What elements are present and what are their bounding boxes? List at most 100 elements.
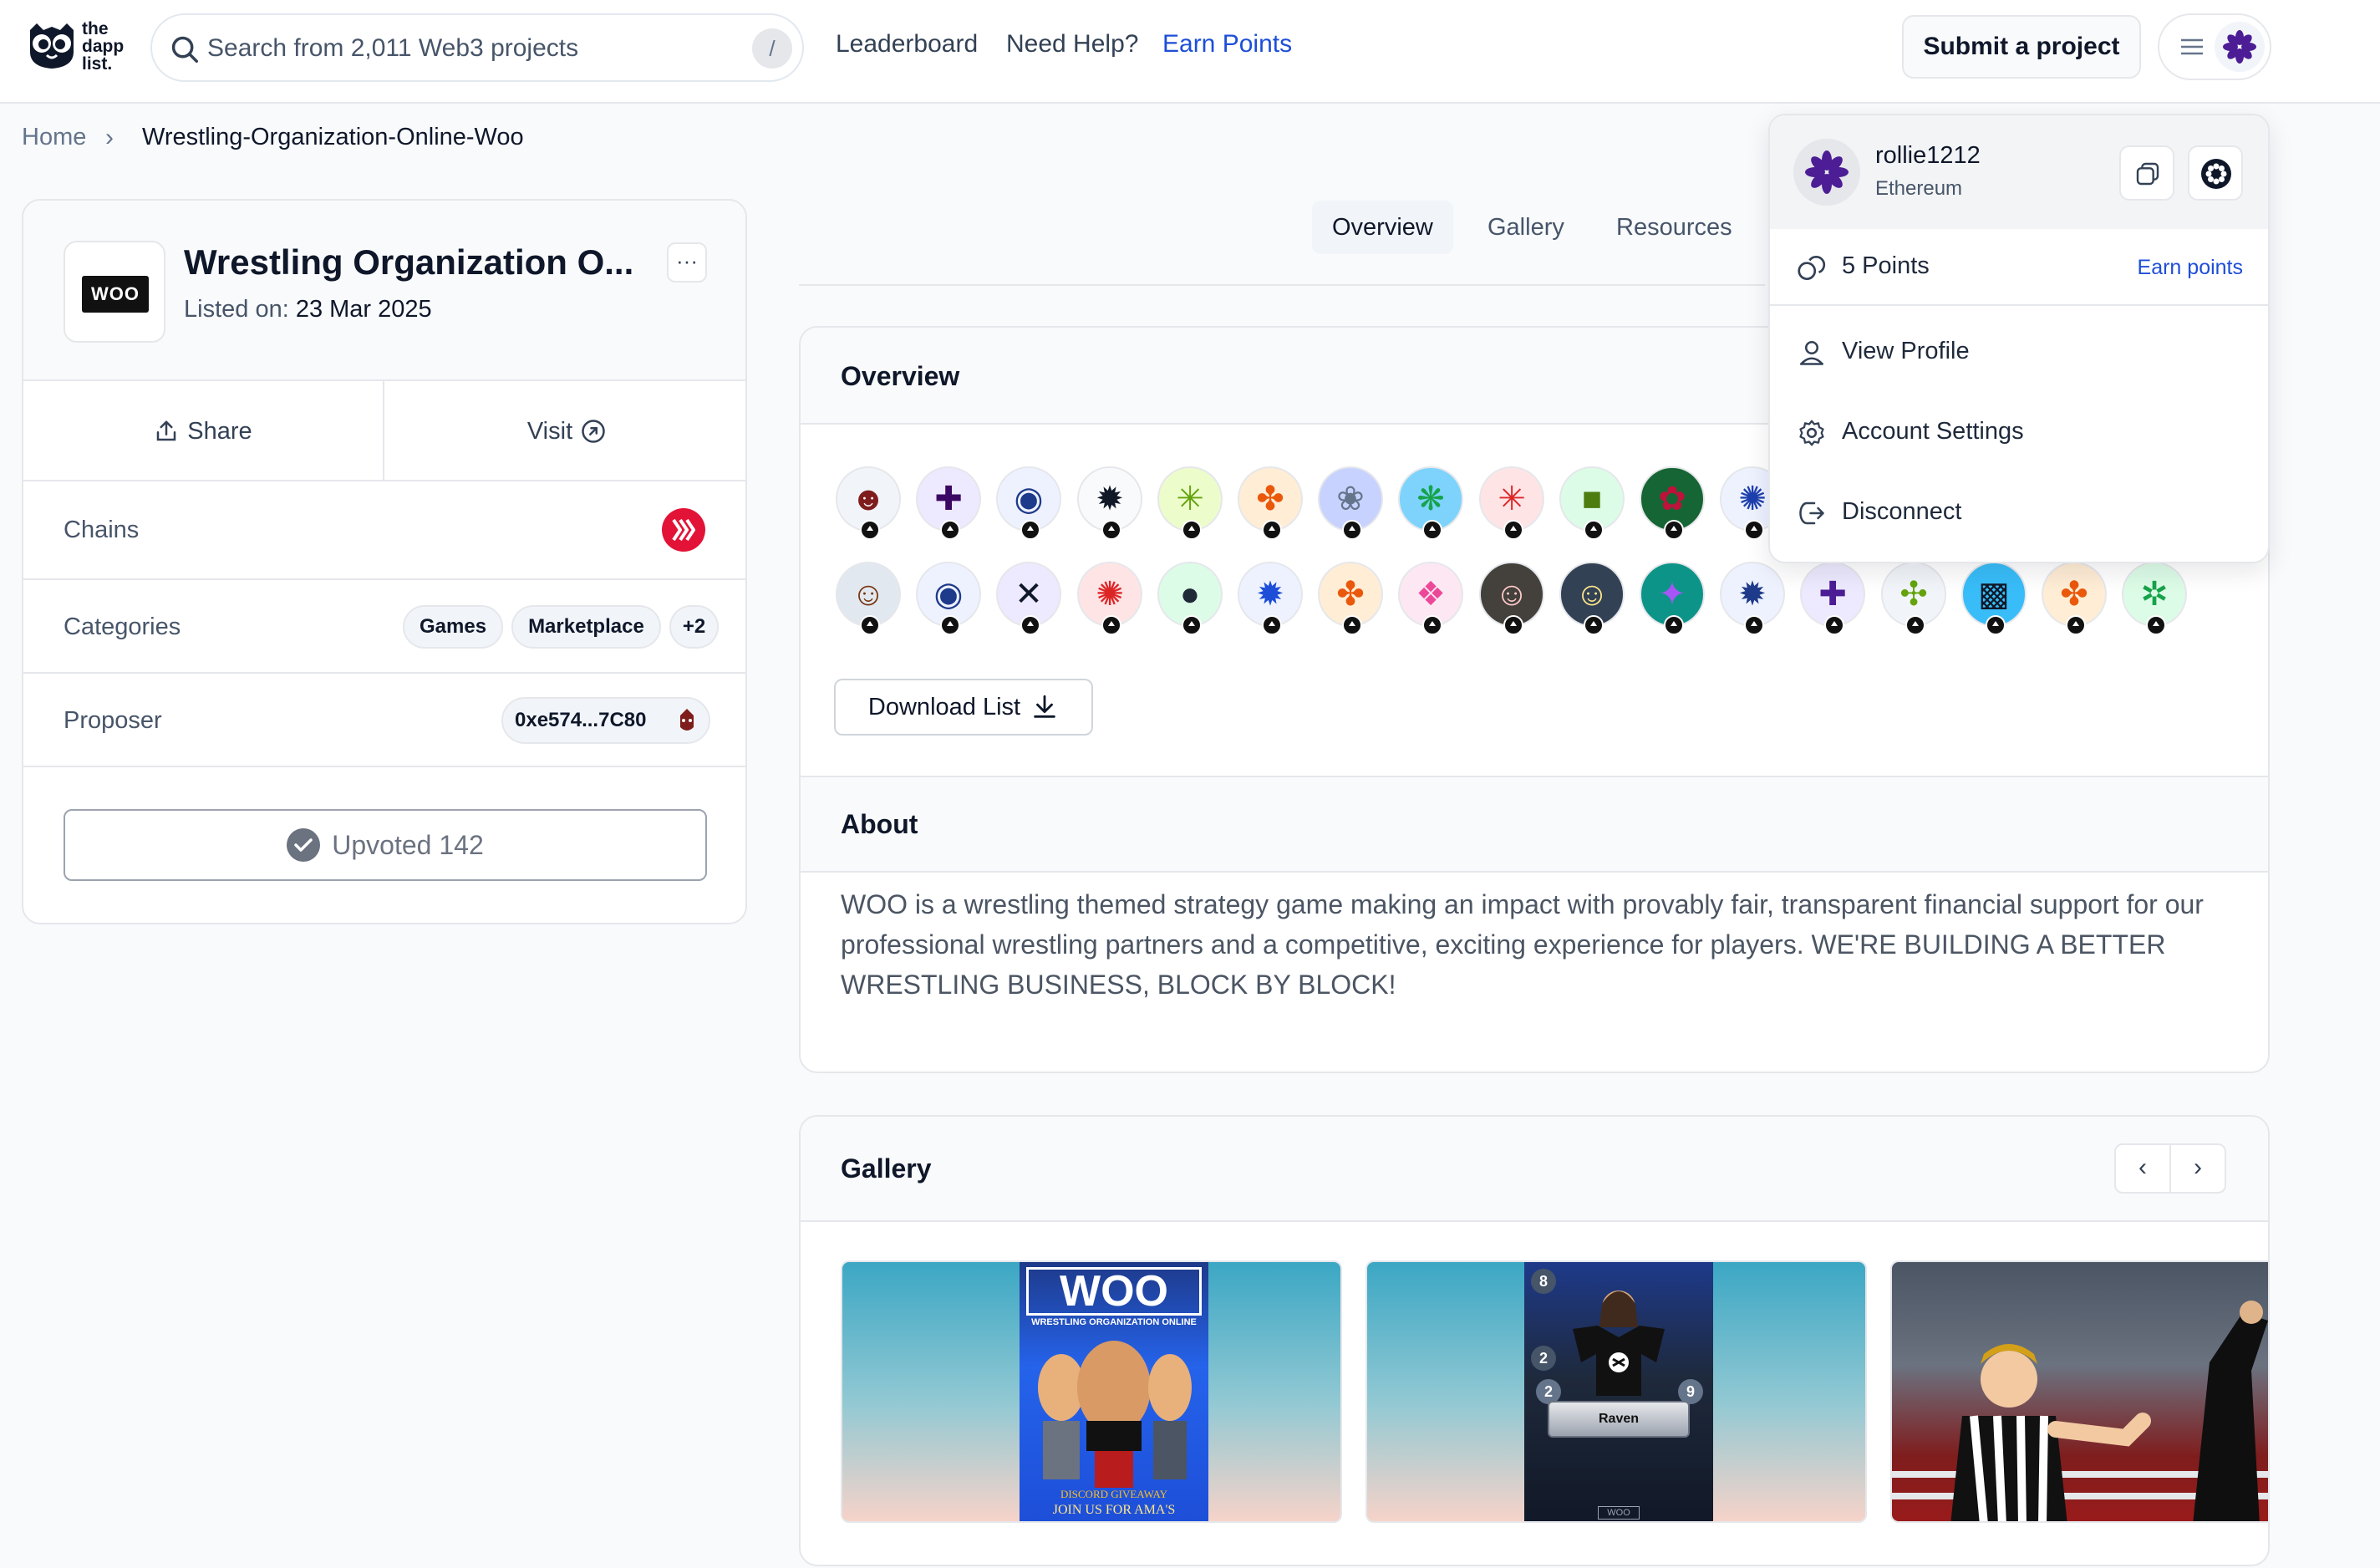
earn-points-link[interactable]: Earn points: [2138, 256, 2243, 280]
gallery-prev-button[interactable]: ‹: [2114, 1143, 2171, 1194]
gallery-image-1[interactable]: WOO WRESTLING ORGANIZATION ONLINE DISCOR…: [841, 1260, 1342, 1523]
upvoter-avatar[interactable]: ✤: [1238, 466, 1303, 540]
dropdown-account-settings[interactable]: Account Settings: [1770, 393, 2268, 473]
proposer-address-chip[interactable]: 0xe574...7C80: [501, 697, 710, 744]
upvoter-avatar[interactable]: ☺: [1479, 562, 1544, 635]
upvoter-avatar[interactable]: ✦: [1640, 562, 1705, 635]
dropdown-points-row: 5 Points Earn points: [1770, 229, 2268, 306]
tab-gallery[interactable]: Gallery: [1467, 201, 1584, 254]
upvoter-avatar[interactable]: ✚: [1800, 562, 1865, 635]
account-menu-toggle[interactable]: [2158, 13, 2271, 80]
upvote-badge-icon: [1744, 520, 1764, 540]
submit-project-button[interactable]: Submit a project: [1902, 15, 2141, 79]
upvote-badge-icon: [1182, 615, 1202, 635]
upvoter-avatar[interactable]: ☺: [1559, 562, 1625, 635]
upvoter-avatar[interactable]: ●: [1157, 562, 1223, 635]
upvoter-avatar[interactable]: ✹: [1077, 466, 1142, 540]
nav-need-help[interactable]: Need Help?: [1006, 30, 1138, 59]
proposer-avatar-icon: [670, 704, 704, 737]
breadcrumb-current: Wrestling-Organization-Online-Woo: [142, 124, 524, 150]
upvoter-avatar[interactable]: ✹: [1720, 562, 1785, 635]
upvoter-avatar[interactable]: ✤: [2042, 562, 2107, 635]
nav-earn-points[interactable]: Earn Points: [1162, 30, 1292, 59]
woo-poster-title: WOO: [1026, 1267, 1202, 1316]
hive-chain-icon[interactable]: [662, 508, 705, 552]
upvote-badge-icon: [1101, 520, 1121, 540]
upvote-badge-icon: [860, 520, 880, 540]
tab-overview[interactable]: Overview: [1312, 201, 1453, 254]
upvoter-avatar[interactable]: ✳: [1157, 466, 1223, 540]
upvoter-avatar[interactable]: ✣: [1881, 562, 1946, 635]
upvoter-avatar[interactable]: ❀: [1318, 466, 1383, 540]
logo-text[interactable]: the dapp list.: [82, 20, 124, 73]
share-icon: [157, 420, 176, 441]
copy-address-button[interactable]: [2119, 145, 2174, 201]
proposer-label: Proposer: [64, 707, 162, 734]
upvote-button[interactable]: Upvoted 142: [64, 809, 707, 881]
gallery-image-2[interactable]: 8 2 2 9 Raven WOO: [1365, 1260, 1867, 1523]
project-logo: WOO: [64, 241, 165, 343]
raven-card: 8 2 2 9 Raven WOO: [1524, 1262, 1713, 1521]
download-list-button[interactable]: Download List: [834, 679, 1093, 736]
upvote-badge-icon: [860, 615, 880, 635]
more-options-button[interactable]: ···: [667, 242, 707, 283]
upvoter-avatar[interactable]: ☺: [836, 562, 901, 635]
upvoter-avatar[interactable]: ✺: [1077, 562, 1142, 635]
external-link-circle-icon: [582, 420, 605, 443]
wrestler-raven-icon: [1573, 1291, 1665, 1396]
upvoter-avatar[interactable]: ✿: [1640, 466, 1705, 540]
upvoter-avatar[interactable]: ✕: [996, 562, 1061, 635]
dropdown-disconnect[interactable]: Disconnect: [1770, 473, 2268, 553]
category-chip-more[interactable]: +2: [669, 605, 720, 649]
category-chip-games[interactable]: Games: [403, 605, 504, 649]
upvote-badge-icon: [1664, 520, 1684, 540]
dapplist-owl-logo-icon[interactable]: [25, 18, 79, 72]
upvoter-avatar[interactable]: ✲: [2122, 562, 2187, 635]
upvoter-avatar[interactable]: ■: [1559, 466, 1625, 540]
upvote-badge-icon: [2146, 615, 2166, 635]
listed-on: Listed on: 23 Mar 2025: [184, 296, 432, 323]
breadcrumb-home[interactable]: Home: [22, 124, 86, 151]
upvote-badge-icon: [1262, 520, 1282, 540]
visit-button[interactable]: Visit: [386, 381, 745, 481]
upvoter-avatar[interactable]: ✤: [1318, 562, 1383, 635]
about-title: About: [841, 809, 918, 839]
chains-label: Chains: [64, 517, 140, 543]
card-name-plate: Raven: [1548, 1401, 1690, 1438]
user-icon: [1799, 340, 1824, 365]
download-icon: [1034, 695, 1055, 718]
project-actions: Share Visit: [23, 381, 745, 481]
upvoter-avatar[interactable]: ◉: [996, 466, 1061, 540]
upvoter-avatar[interactable]: ✹: [1238, 562, 1303, 635]
wrestlers-illustration-icon: [1038, 1341, 1192, 1488]
upvoter-avatar[interactable]: ◉: [916, 562, 981, 635]
gallery-title: Gallery: [841, 1153, 932, 1184]
project-logo-text: WOO: [82, 276, 149, 313]
breadcrumb-separator-icon: ›: [105, 124, 114, 151]
search-box[interactable]: /: [150, 13, 804, 82]
gallery-image-3[interactable]: [1890, 1260, 2268, 1523]
upvote-badge-icon: [1020, 520, 1040, 540]
upvoter-avatar[interactable]: ✳: [1479, 466, 1544, 540]
about-description: WOO is a wrestling themed strategy game …: [841, 889, 2204, 1000]
wallet-button[interactable]: [2188, 145, 2243, 201]
woo-poster: WOO WRESTLING ORGANIZATION ONLINE DISCOR…: [1020, 1262, 1208, 1521]
user-avatar-icon: [2215, 22, 2265, 72]
categories-label: Categories: [64, 613, 181, 640]
upvoter-avatar[interactable]: ☻: [836, 466, 901, 540]
nav-leaderboard[interactable]: Leaderboard: [836, 30, 978, 59]
upvoter-avatar[interactable]: ❋: [1398, 466, 1463, 540]
upvote-badge-icon: [940, 520, 960, 540]
tab-resources[interactable]: Resources: [1596, 201, 1752, 254]
upvoter-avatar[interactable]: ▩: [1961, 562, 2027, 635]
category-chip-marketplace[interactable]: Marketplace: [511, 605, 661, 649]
upvote-badge-icon: [1584, 520, 1604, 540]
search-input[interactable]: [207, 30, 709, 67]
upvote-badge-icon: [1824, 615, 1844, 635]
share-button[interactable]: Share: [23, 381, 384, 481]
dropdown-view-profile[interactable]: View Profile: [1770, 313, 2268, 393]
upvoter-avatar[interactable]: ✚: [916, 466, 981, 540]
gallery-next-button[interactable]: ›: [2169, 1143, 2226, 1194]
project-title: Wrestling Organization O...: [184, 242, 634, 282]
upvoter-avatar[interactable]: ❖: [1398, 562, 1463, 635]
